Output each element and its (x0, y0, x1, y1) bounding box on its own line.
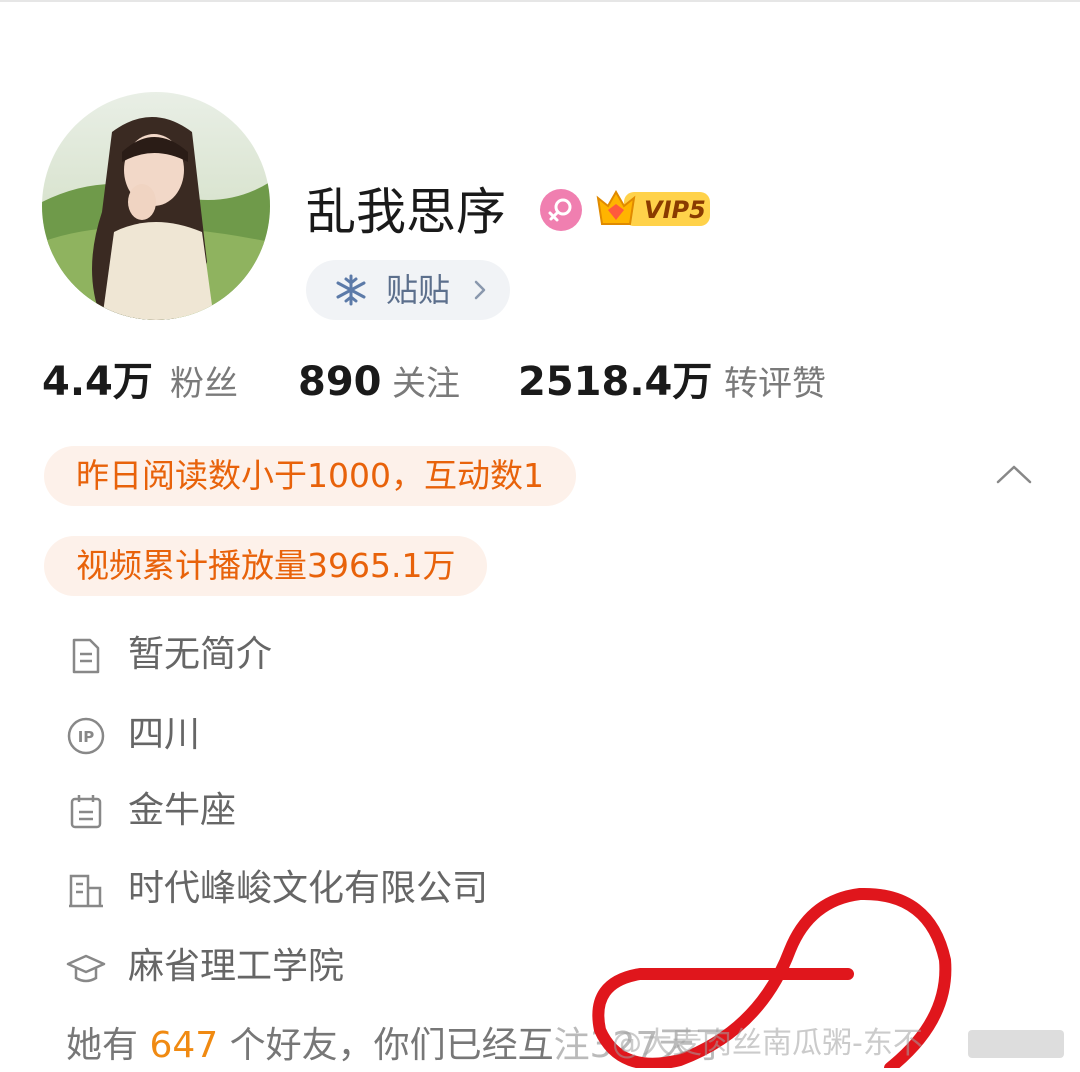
followers-count[interactable]: 4.4万 (42, 352, 153, 412)
female-gender-icon (540, 189, 582, 231)
chevron-right-icon (474, 280, 486, 300)
following-count[interactable]: 890 (298, 352, 382, 412)
snowflake-icon (336, 274, 366, 306)
ip-location-text: 四川 (128, 714, 201, 755)
school-text: 麻省理工学院 (128, 946, 345, 987)
zodiac-text: 金牛座 (128, 790, 237, 831)
building-icon (69, 874, 103, 908)
vip-label: VIP5 (644, 196, 706, 224)
svg-text:IP: IP (78, 728, 95, 746)
friends-middle: 个好友，你们已经互 (229, 1025, 554, 1066)
followers-label[interactable]: 粉丝 (170, 356, 238, 412)
watermark-text: @大麦肉丝南瓜粥-东不 (612, 1026, 923, 1061)
friends-prefix: 她有 (66, 1025, 139, 1066)
top-divider (0, 0, 1080, 2)
likes-count[interactable]: 2518.4万 (518, 352, 712, 412)
reading-stats-badge: 昨日阅读数小于1000，互动数1 (44, 446, 576, 506)
profile-name: 乱我思序 (306, 183, 506, 241)
following-label[interactable]: 关注 (392, 356, 460, 412)
friends-count[interactable]: 647 (149, 1025, 218, 1066)
avatar[interactable] (42, 92, 270, 320)
blurred-watermark-region (968, 1030, 1064, 1058)
likes-label[interactable]: 转评赞 (724, 356, 826, 412)
ip-icon: IP (67, 717, 105, 755)
video-plays-badge: 视频累计播放量3965.1万 (44, 536, 488, 596)
document-icon (72, 638, 100, 674)
company-text: 时代峰峻文化有限公司 (128, 868, 489, 909)
graduation-cap-icon (66, 954, 106, 983)
tag-label: 贴贴 (386, 271, 451, 309)
bio-text: 暂无简介 (128, 634, 273, 675)
chevron-up-icon[interactable] (994, 462, 1034, 486)
tag-pill-button[interactable]: 贴贴 (306, 260, 510, 320)
calendar-icon (70, 795, 102, 829)
